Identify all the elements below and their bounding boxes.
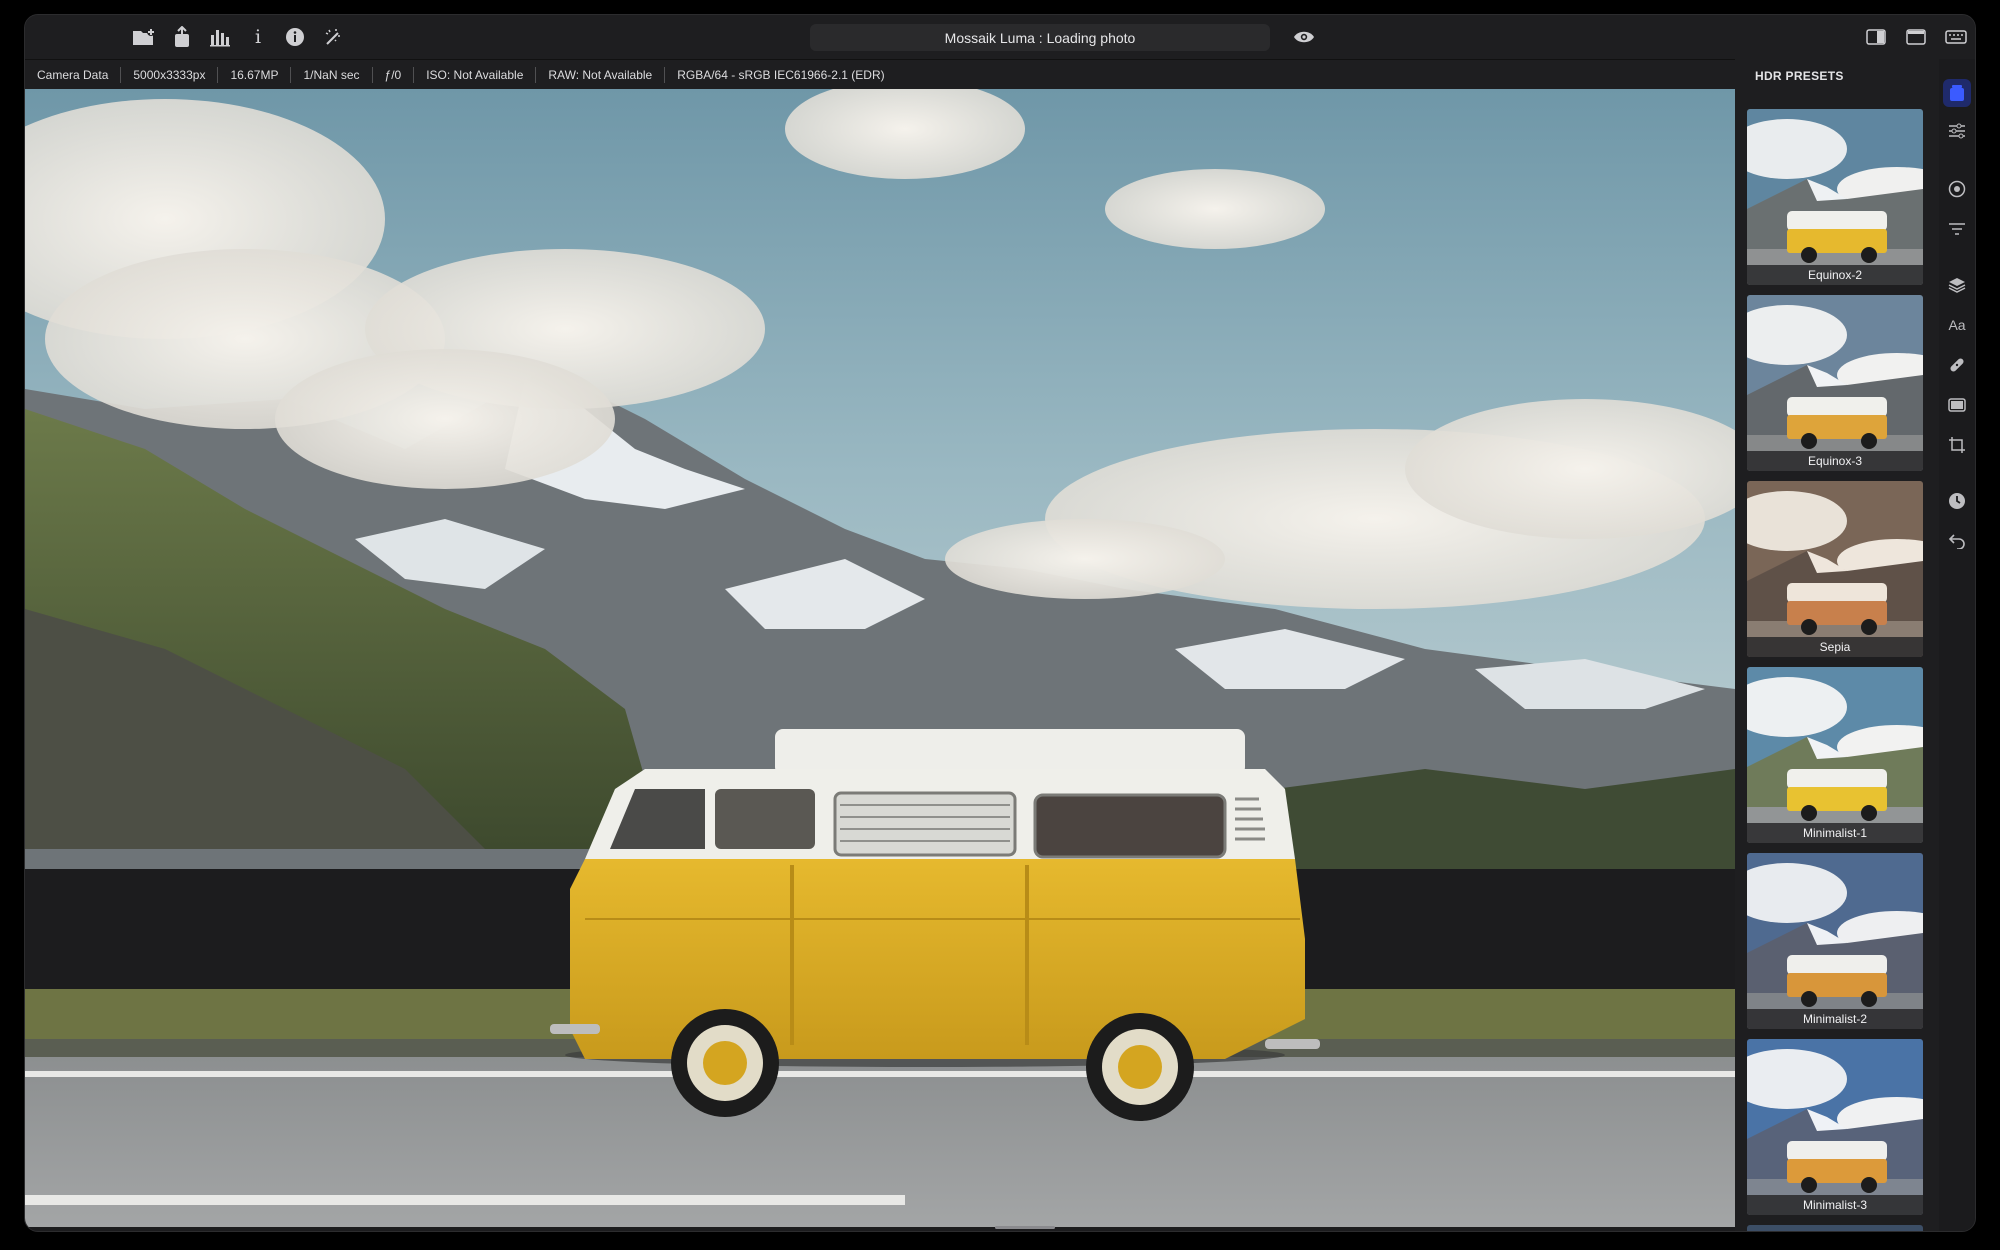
camera-info-bar: Camera Data 5000x3333px 16.67MP 1/NaN se… <box>25 59 1735 90</box>
preset-label: Equinox-2 <box>1747 265 1923 285</box>
preset-next-partial[interactable] <box>1747 1225 1923 1231</box>
aperture-value: ƒ/0 <box>373 67 415 83</box>
single-view-icon[interactable] <box>1901 24 1931 50</box>
eye-icon[interactable] <box>1289 24 1319 50</box>
preset-thumbnail <box>1747 667 1923 843</box>
sliders-icon[interactable] <box>1943 117 1971 145</box>
preset-sepia[interactable]: Sepia <box>1747 481 1923 657</box>
preset-minimalist-2[interactable]: Minimalist-2 <box>1747 853 1923 1029</box>
megapixels-value: 16.67MP <box>218 67 292 83</box>
raw-value: RAW: Not Available <box>536 67 666 83</box>
frame-icon[interactable] <box>1943 391 1971 419</box>
preset-label: Minimalist-3 <box>1747 1195 1923 1215</box>
history-icon[interactable] <box>1943 487 1971 515</box>
preset-equinox-3[interactable]: Equinox-3 <box>1747 295 1923 471</box>
share-icon[interactable] <box>167 24 197 50</box>
preset-label: Minimalist-1 <box>1747 823 1923 843</box>
title-bar: i Mossaik Luma : Loading photo <box>25 15 1975 59</box>
preset-minimalist-1[interactable]: Minimalist-1 <box>1747 667 1923 843</box>
target-icon[interactable] <box>1943 175 1971 203</box>
preset-thumbnail <box>1747 481 1923 657</box>
preset-thumbnail <box>1747 853 1923 1029</box>
magic-wand-icon[interactable] <box>318 24 348 50</box>
info-circle-icon[interactable] <box>280 24 310 50</box>
text-icon[interactable]: Aa <box>1943 311 1971 339</box>
sidebar-toggle-icon[interactable] <box>1861 24 1891 50</box>
window-title: Mossaik Luma : Loading photo <box>810 24 1270 51</box>
hdr-presets-panel: HDR PRESETS Equinox-2 Equinox-3 Sepia Mi… <box>1735 59 1939 1231</box>
shutter-speed-value: 1/NaN sec <box>291 67 373 83</box>
dimensions-value: 5000x3333px <box>121 67 219 83</box>
app-window: i Mossaik Luma : Loading photo Camera Da… <box>24 14 1976 1232</box>
preset-equinox-2[interactable]: Equinox-2 <box>1747 109 1923 285</box>
tool-rail: Aa <box>1939 59 1975 1231</box>
color-profile-value: RGBA/64 - sRGB IEC61966-2.1 (EDR) <box>677 68 885 82</box>
preset-label: Sepia <box>1747 637 1923 657</box>
open-folder-icon[interactable] <box>129 24 159 50</box>
presets-header: HDR PRESETS <box>1755 69 1844 83</box>
keyboard-icon[interactable] <box>1941 24 1971 50</box>
info-i-icon[interactable]: i <box>243 24 273 50</box>
canvas-resize-handle[interactable] <box>995 1226 1055 1229</box>
crop-icon[interactable] <box>1943 431 1971 459</box>
iso-value: ISO: Not Available <box>414 67 537 83</box>
preset-minimalist-3[interactable]: Minimalist-3 <box>1747 1039 1923 1215</box>
photo-canvas[interactable] <box>25 89 1735 1227</box>
layers-icon[interactable] <box>1943 271 1971 299</box>
camera-data-label: Camera Data <box>25 67 122 83</box>
preset-thumbnail <box>1747 109 1923 285</box>
undo-icon[interactable] <box>1943 527 1971 555</box>
preset-thumbnail <box>1747 1039 1923 1215</box>
preset-label: Equinox-3 <box>1747 451 1923 471</box>
preset-thumbnail <box>1747 295 1923 471</box>
filter-lines-icon[interactable] <box>1943 215 1971 243</box>
presets-icon[interactable] <box>1943 79 1971 107</box>
bandage-icon[interactable] <box>1943 351 1971 379</box>
preset-label: Minimalist-2 <box>1747 1009 1923 1029</box>
histogram-icon[interactable] <box>205 24 235 50</box>
